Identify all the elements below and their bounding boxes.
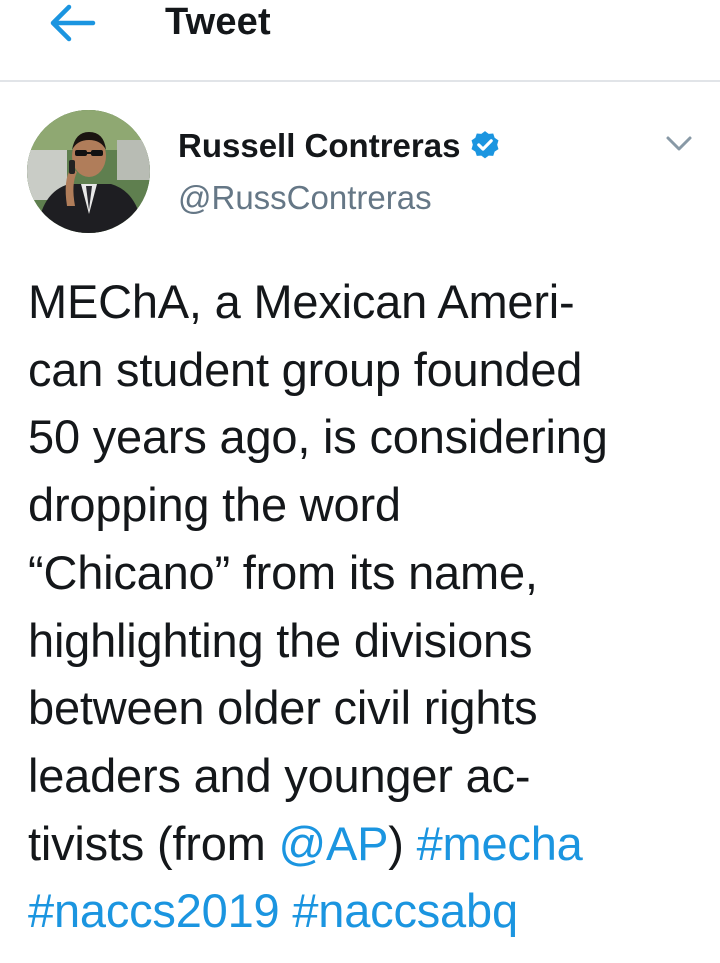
mention-link[interactable]: @AP [278,817,388,870]
arrow-left-icon [50,4,96,42]
tweet-text-segment: “Chicano” from its name, [28,545,538,599]
author-name-row[interactable]: Russell Contreras [178,126,502,166]
tweet-text-segment [279,884,292,937]
hashtag-link[interactable]: #naccsabq [292,884,518,937]
tweet-text-line: leaders and younger ac- [28,742,708,810]
page-title: Tweet [165,1,271,43]
author-handle[interactable]: @RussContreras [178,178,432,218]
tweet-text-segment: can student group founded [28,342,583,396]
tweet-text-line: between older civil rights [28,674,708,742]
tweet-text-line: MEChA, a Mexican Ameri- [28,268,708,336]
verified-badge-icon [468,129,502,163]
tweet-text-line: highlighting the divisions [28,607,708,675]
back-button[interactable] [44,0,100,46]
tweet-text-segment: tivists (from [28,816,279,870]
author-name[interactable]: Russell Contreras [178,126,460,166]
avatar[interactable] [27,110,150,233]
tweet-text-segment: between older civil rights [28,681,538,735]
tweet-text-line: dropping the word [28,471,708,539]
tweet-text-segment: 50 years ago, is considering [28,410,608,464]
hashtag-link[interactable]: #mecha [417,817,583,870]
tweet-menu-button[interactable] [662,130,696,158]
tweet-text-line: 50 years ago, is considering [28,403,708,471]
tweet-text-line: #naccs2019 #naccsabq [28,877,708,945]
tweet-text-segment: ) [388,816,417,870]
top-app-bar: Tweet [0,0,720,82]
tweet-text-segment: dropping the word [28,478,401,532]
tweet-text-line: “Chicano” from its name, [28,539,708,607]
tweet-text: MEChA, a Mexican Ameri-can student group… [28,268,708,945]
hashtag-link[interactable]: #naccs2019 [28,884,280,937]
chevron-down-icon [666,136,692,151]
tweet-text-line: tivists (from @AP) #mecha [28,810,708,878]
tweet-text-line: can student group founded [28,336,708,404]
tweet-text-segment: highlighting the divisions [28,613,533,667]
tweet-card: Russell Contreras @RussContreras MEChA, … [0,82,720,963]
tweet-text-segment: MEChA, a Mexican Ameri- [28,275,575,328]
tweet-text-segment: leaders and younger ac- [28,748,531,802]
